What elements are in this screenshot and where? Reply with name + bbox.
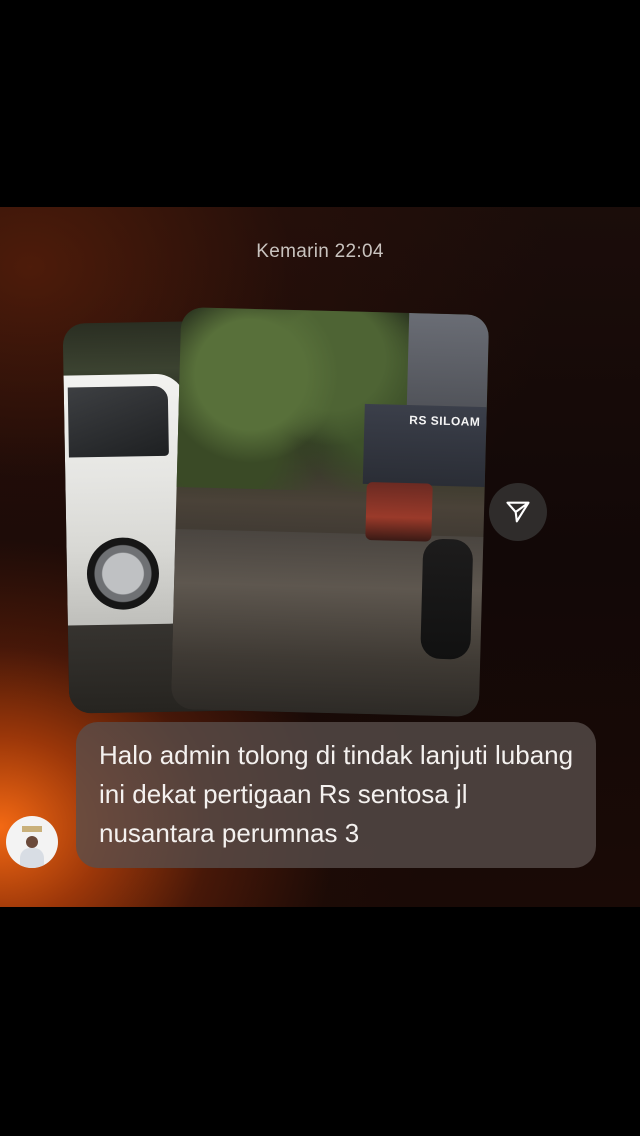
message-text: Halo admin tolong di tindak lanjuti luba…	[99, 740, 574, 848]
photo-hospital-sign: RS SILOAM	[409, 413, 481, 429]
shared-photo-front[interactable]: RS SILOAM	[170, 307, 490, 717]
message-timestamp: Kemarin 22:04	[256, 241, 384, 262]
photo-motorbike	[420, 538, 474, 660]
message-bubble[interactable]: Halo admin tolong di tindak lanjuti luba…	[76, 722, 596, 868]
avatar-head	[26, 836, 38, 848]
avatar-sign	[22, 826, 42, 832]
send-arrow-icon	[506, 501, 530, 523]
avatar-body	[20, 848, 44, 868]
chat-view: Kemarin 22:04 RS SILOAM Halo admin tolon…	[0, 207, 640, 907]
photo-red-truck	[365, 481, 433, 542]
sender-avatar[interactable]	[6, 816, 58, 868]
photo-car-window	[67, 385, 169, 458]
share-button[interactable]	[489, 483, 547, 541]
